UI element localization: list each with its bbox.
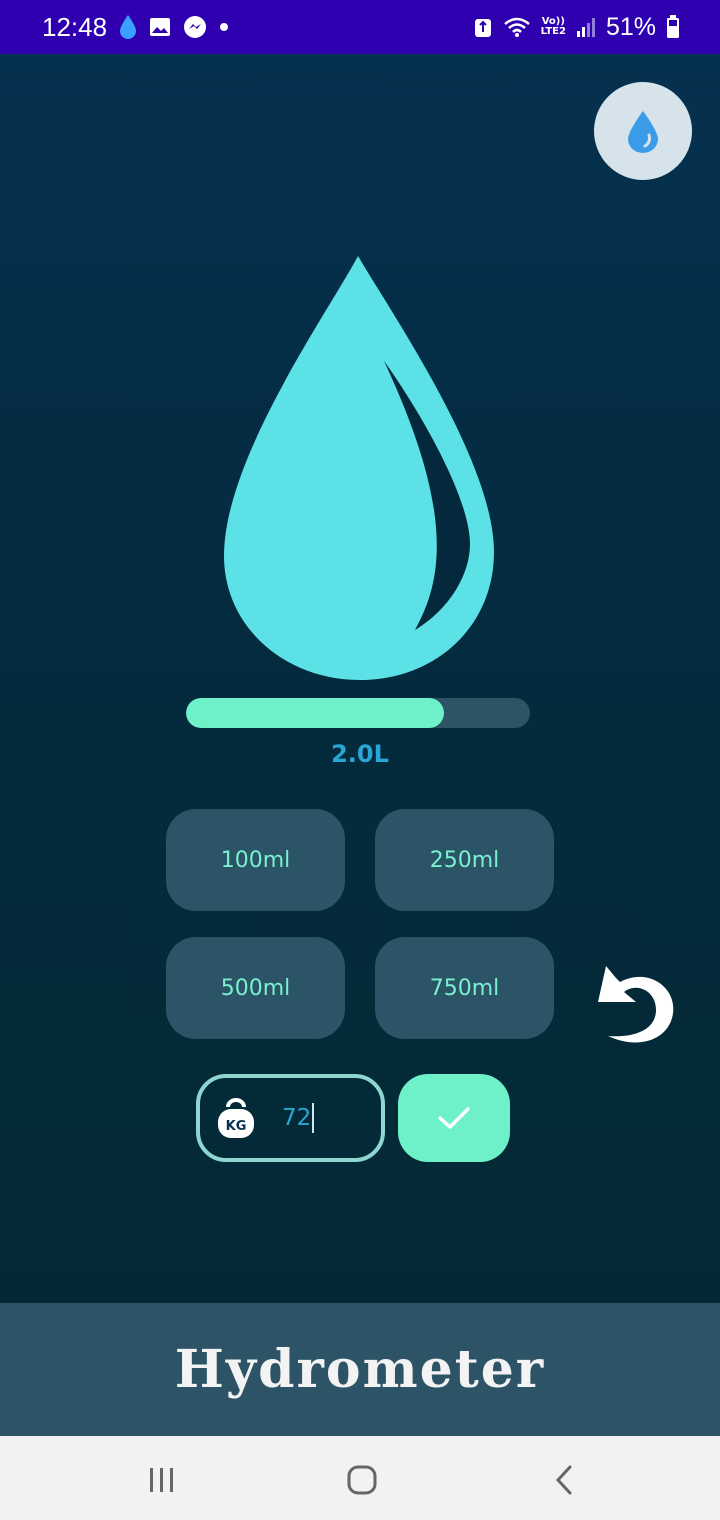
app-title: Hydrometer <box>174 1339 546 1400</box>
add-250ml-button[interactable]: 250ml <box>375 809 554 911</box>
undo-arrow-icon <box>590 952 684 1056</box>
water-drop-icon <box>222 254 498 684</box>
water-drop-icon <box>119 14 137 40</box>
svg-text:KG: KG <box>226 1119 247 1134</box>
dot-icon <box>219 22 229 32</box>
app-title-bar: Hydrometer <box>0 1303 720 1436</box>
back-button[interactable] <box>542 1458 586 1502</box>
confirm-weight-button[interactable] <box>398 1074 510 1162</box>
system-nav-bar <box>0 1436 720 1520</box>
water-reminder-button[interactable] <box>594 82 692 180</box>
add-100ml-button[interactable]: 100ml <box>166 809 345 911</box>
add-500ml-button[interactable]: 500ml <box>166 937 345 1039</box>
home-icon <box>346 1464 378 1496</box>
wifi-icon <box>503 16 531 38</box>
recycle-icon <box>473 16 493 38</box>
messenger-icon <box>183 15 207 39</box>
water-total-label: 2.0L <box>331 740 389 768</box>
checkmark-icon <box>437 1105 471 1131</box>
recents-icon <box>147 1466 177 1494</box>
recent-apps-button[interactable] <box>140 1458 184 1502</box>
status-time: 12:48 <box>42 11 108 42</box>
network-type-label: Vo)) LTE2 <box>540 16 566 37</box>
water-progress-bar <box>186 698 530 728</box>
kg-weight-icon: KG <box>216 1097 256 1139</box>
main-screen: 2.0L 100ml 250ml 500ml 750ml KG 72 <box>0 54 720 1303</box>
home-button[interactable] <box>340 1458 384 1502</box>
battery-percent: 51% <box>605 12 656 41</box>
gallery-icon <box>149 17 171 37</box>
water-drop-icon <box>625 109 661 153</box>
add-750ml-button[interactable]: 750ml <box>375 937 554 1039</box>
undo-button[interactable] <box>590 952 684 1056</box>
back-icon <box>552 1464 576 1496</box>
battery-icon <box>666 15 680 39</box>
signal-icon <box>576 16 596 38</box>
weight-value[interactable]: 72 <box>282 1103 315 1133</box>
weight-input-field[interactable]: KG 72 <box>196 1074 385 1162</box>
water-progress-fill <box>186 698 444 728</box>
status-bar: 12:48 Vo)) LTE2 51% <box>0 0 720 54</box>
